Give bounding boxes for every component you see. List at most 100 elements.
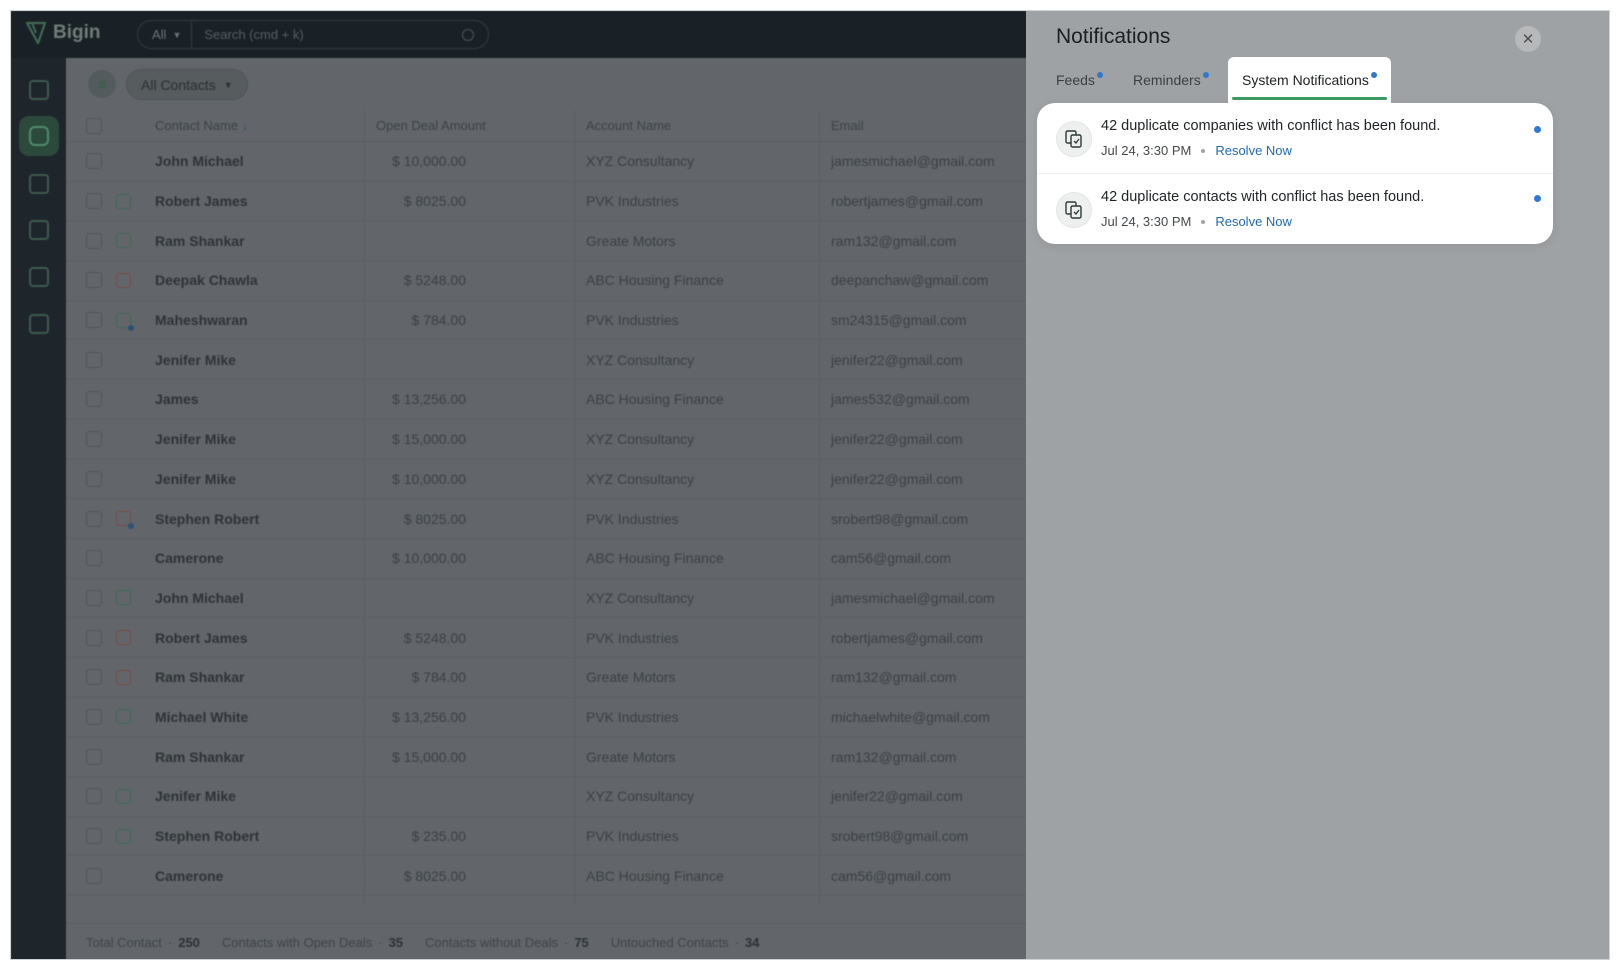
email[interactable]: jenifer22@gmail.com xyxy=(831,431,963,447)
row-checkbox[interactable] xyxy=(86,748,102,765)
contact-name[interactable]: Maheshwaran xyxy=(155,312,248,328)
app-logo[interactable]: Bigin xyxy=(25,21,101,45)
contact-name[interactable]: Jenifer Mike xyxy=(155,788,236,804)
email[interactable]: jenifer22@gmail.com xyxy=(831,352,963,368)
column-header-email[interactable]: Email xyxy=(831,118,864,133)
email[interactable]: robertjames@gmail.com xyxy=(831,193,983,209)
row-checkbox[interactable] xyxy=(86,550,102,567)
sidebar-item-reports[interactable] xyxy=(19,304,59,344)
global-search[interactable]: All ▼ Search (cmd + k) xyxy=(137,20,489,49)
email[interactable]: srobert98@gmail.com xyxy=(831,511,968,527)
contact-name[interactable]: Stephen Robert xyxy=(155,828,259,844)
contact-name[interactable]: Ram Shankar xyxy=(155,233,244,249)
account-name[interactable]: ABC Housing Finance xyxy=(586,550,724,566)
account-name[interactable]: PVK Industries xyxy=(586,312,679,328)
email[interactable]: jenifer22@gmail.com xyxy=(831,788,963,804)
account-name[interactable]: PVK Industries xyxy=(586,828,679,844)
row-checkbox[interactable] xyxy=(86,589,102,606)
row-checkbox[interactable] xyxy=(86,232,102,249)
row-checkbox[interactable] xyxy=(86,828,102,845)
account-name[interactable]: XYZ Consultancy xyxy=(586,788,694,804)
select-all-checkbox[interactable] xyxy=(86,117,102,134)
email[interactable]: srobert98@gmail.com xyxy=(831,828,968,844)
email[interactable]: michaelwhite@gmail.com xyxy=(831,709,990,725)
row-checkbox[interactable] xyxy=(86,867,102,884)
filter-button[interactable]: ≡ xyxy=(88,70,116,98)
contact-name[interactable]: Camerone xyxy=(155,868,223,884)
tab-feeds[interactable]: Feeds xyxy=(1056,57,1103,103)
contact-name[interactable]: James xyxy=(155,391,199,407)
email[interactable]: ram132@gmail.com xyxy=(831,233,956,249)
column-header-contact-name[interactable]: Contact Name ↓ xyxy=(155,118,248,133)
row-checkbox[interactable] xyxy=(86,470,102,487)
row-checkbox[interactable] xyxy=(86,272,102,289)
account-name[interactable]: XYZ Consultancy xyxy=(586,590,694,606)
tab-system-notifications[interactable]: System Notifications xyxy=(1228,57,1391,103)
contact-name[interactable]: Ram Shankar xyxy=(155,749,244,765)
row-checkbox[interactable] xyxy=(86,193,102,210)
contact-name[interactable]: Jenifer Mike xyxy=(155,431,236,447)
email[interactable]: ram132@gmail.com xyxy=(831,749,956,765)
account-name[interactable]: Greate Motors xyxy=(586,669,675,685)
account-name[interactable]: Greate Motors xyxy=(586,749,675,765)
sidebar-item-companies[interactable] xyxy=(19,164,59,204)
account-name[interactable]: XYZ Consultancy xyxy=(586,431,694,447)
sidebar-item-contacts[interactable] xyxy=(19,116,59,156)
contact-name[interactable]: Jenifer Mike xyxy=(155,352,236,368)
sidebar-item-activities[interactable] xyxy=(19,257,59,297)
contact-name[interactable]: Stephen Robert xyxy=(155,511,259,527)
account-name[interactable]: ABC Housing Finance xyxy=(586,391,724,407)
email[interactable]: deepanchaw@gmail.com xyxy=(831,272,988,288)
search-scope-select[interactable]: All ▼ xyxy=(138,21,193,48)
notification-item[interactable]: 42 duplicate companies with conflict has… xyxy=(1037,103,1553,173)
column-header-open-deal-amount[interactable]: Open Deal Amount xyxy=(376,118,486,133)
email[interactable]: sm24315@gmail.com xyxy=(831,312,967,328)
row-checkbox[interactable] xyxy=(86,431,102,448)
column-header-account-name[interactable]: Account Name xyxy=(586,118,671,133)
account-name[interactable]: XYZ Consultancy xyxy=(586,352,694,368)
contact-name[interactable]: Deepak Chawla xyxy=(155,272,258,288)
account-name[interactable]: PVK Industries xyxy=(586,511,679,527)
account-name[interactable]: ABC Housing Finance xyxy=(586,272,724,288)
search-icon[interactable] xyxy=(462,28,474,41)
sidebar-item-products[interactable] xyxy=(19,210,59,250)
row-checkbox[interactable] xyxy=(86,351,102,368)
account-name[interactable]: PVK Industries xyxy=(586,193,679,209)
account-name[interactable]: ABC Housing Finance xyxy=(586,868,724,884)
contact-name[interactable]: Robert James xyxy=(155,630,248,646)
email[interactable]: jamesmichael@gmail.com xyxy=(831,590,995,606)
row-checkbox[interactable] xyxy=(86,669,102,686)
email[interactable]: cam56@gmail.com xyxy=(831,550,951,566)
row-checkbox[interactable] xyxy=(86,629,102,646)
row-checkbox[interactable] xyxy=(86,788,102,805)
sidebar-item-pipelines[interactable] xyxy=(19,70,59,110)
account-name[interactable]: Greate Motors xyxy=(586,233,675,249)
email[interactable]: robertjames@gmail.com xyxy=(831,630,983,646)
row-checkbox[interactable] xyxy=(86,391,102,408)
account-name[interactable]: XYZ Consultancy xyxy=(586,153,694,169)
account-name[interactable]: XYZ Consultancy xyxy=(586,471,694,487)
row-checkbox[interactable] xyxy=(86,510,102,527)
contact-name[interactable]: Michael White xyxy=(155,709,248,725)
contact-name[interactable]: John Michael xyxy=(155,590,244,606)
view-select[interactable]: All Contacts ▼ xyxy=(126,69,248,100)
account-name[interactable]: PVK Industries xyxy=(586,709,679,725)
account-name[interactable]: PVK Industries xyxy=(586,630,679,646)
email[interactable]: james532@gmail.com xyxy=(831,391,970,407)
notification-item[interactable]: 42 duplicate contacts with conflict has … xyxy=(1037,173,1553,243)
contact-name[interactable]: Camerone xyxy=(155,550,223,566)
resolve-now-link[interactable]: Resolve Now xyxy=(1215,143,1292,158)
contact-name[interactable]: Jenifer Mike xyxy=(155,471,236,487)
contact-name[interactable]: John Michael xyxy=(155,153,244,169)
email[interactable]: jenifer22@gmail.com xyxy=(831,471,963,487)
email[interactable]: jamesmichael@gmail.com xyxy=(831,153,995,169)
tab-reminders[interactable]: Reminders xyxy=(1133,57,1209,103)
close-button[interactable]: ✕ xyxy=(1515,26,1541,52)
email[interactable]: cam56@gmail.com xyxy=(831,868,951,884)
contact-name[interactable]: Robert James xyxy=(155,193,248,209)
search-input[interactable]: Search (cmd + k) xyxy=(192,27,462,42)
row-checkbox[interactable] xyxy=(86,312,102,329)
row-checkbox[interactable] xyxy=(86,153,102,170)
resolve-now-link[interactable]: Resolve Now xyxy=(1215,214,1292,229)
email[interactable]: ram132@gmail.com xyxy=(831,669,956,685)
